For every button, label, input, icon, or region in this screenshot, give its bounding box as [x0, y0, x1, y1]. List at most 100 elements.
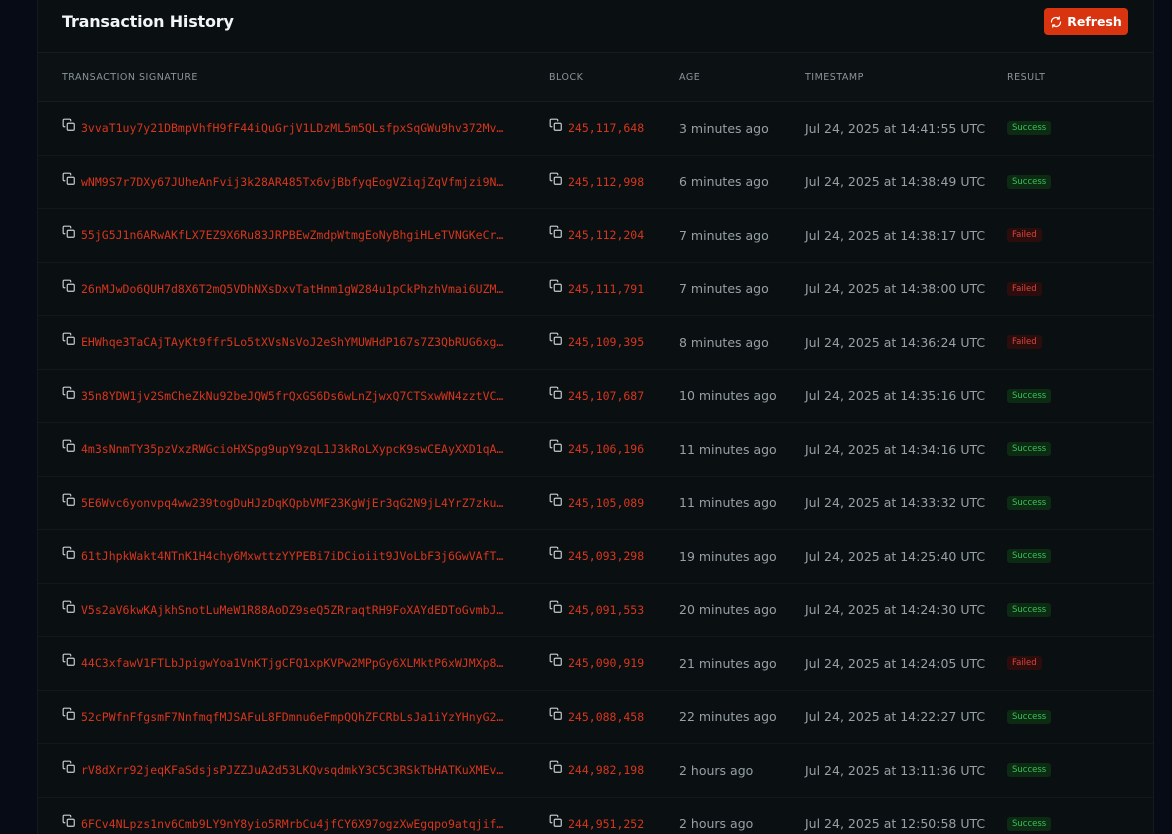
copy-icon[interactable]: [549, 759, 563, 773]
age-text: 2 hours ago: [679, 762, 754, 778]
signature-cell: 35n8YDW1jv2SmCheZkNu92beJQW5frQxGS6Ds6wL…: [62, 370, 522, 422]
copy-icon[interactable]: [549, 813, 563, 827]
timestamp-cell: Jul 24, 2025 at 14:22:27 UTC: [805, 691, 1005, 743]
copy-icon[interactable]: [549, 117, 563, 131]
block-link[interactable]: 245,117,648: [568, 121, 644, 135]
block-cell: 245,091,553: [549, 584, 674, 636]
block-link[interactable]: 245,112,204: [568, 228, 644, 242]
block-link[interactable]: 245,091,553: [568, 603, 644, 617]
signature-link[interactable]: V5s2aV6kwKAjkhSnotLuMeW1R88AoDZ9seQ5ZRra…: [81, 603, 521, 617]
copy-icon[interactable]: [549, 224, 563, 238]
result-cell: Success: [1007, 691, 1087, 743]
copy-icon[interactable]: [62, 117, 76, 131]
result-cell: Success: [1007, 798, 1087, 834]
copy-icon[interactable]: [549, 171, 563, 185]
result-cell: Failed: [1007, 637, 1087, 689]
signature-link[interactable]: 52cPWfnFfgsmF7NnfmqfMJSAFuL8FDmnu6eFmpQQ…: [81, 710, 521, 724]
block-link[interactable]: 245,107,687: [568, 389, 644, 403]
age-cell: 2 hours ago: [679, 798, 799, 834]
signature-link[interactable]: 3vvaT1uy7y21DBmpVhfH9fF44iQuGrjV1LDzML5m…: [81, 121, 521, 135]
timestamp-cell: Jul 24, 2025 at 14:38:49 UTC: [805, 156, 1005, 208]
age-cell: 3 minutes ago: [679, 102, 799, 154]
block-cell: 244,951,252: [549, 798, 674, 834]
block-cell: 244,982,198: [549, 744, 674, 796]
status-badge: Success: [1007, 709, 1052, 724]
signature-link[interactable]: wNM9S7r7DXy67JUheAnFvij3k28AR485Tx6vjBbf…: [81, 175, 521, 189]
copy-icon[interactable]: [549, 331, 563, 345]
timestamp-text: Jul 24, 2025 at 14:41:55 UTC: [805, 120, 986, 136]
signature-link[interactable]: 44C3xfawV1FTLbJpigwYoa1VnKTjgCFQ1xpKVPw2…: [81, 656, 521, 670]
timestamp-text: Jul 24, 2025 at 14:38:00 UTC: [805, 281, 986, 296]
copy-icon[interactable]: [549, 385, 563, 399]
timestamp-cell: Jul 24, 2025 at 14:34:16 UTC: [805, 423, 1005, 475]
result-cell: Success: [1007, 584, 1087, 636]
copy-icon[interactable]: [549, 492, 563, 506]
timestamp-text: Jul 24, 2025 at 14:24:30 UTC: [805, 602, 986, 617]
copy-icon[interactable]: [549, 438, 563, 452]
table-row: 3vvaT1uy7y21DBmpVhfH9fF44iQuGrjV1LDzML5m…: [38, 102, 1153, 156]
age-text: 22 minutes ago: [679, 709, 777, 724]
signature-link[interactable]: 35n8YDW1jv2SmCheZkNu92beJQW5frQxGS6Ds6wL…: [81, 389, 521, 403]
signature-cell: EHWhqe3TaCAjTAyKt9ffr5Lo5tXVsNsVoJ2eShYM…: [62, 316, 522, 368]
copy-icon[interactable]: [62, 759, 76, 773]
copy-icon[interactable]: [62, 706, 76, 720]
block-cell: 245,090,919: [549, 637, 674, 689]
result-cell: Failed: [1007, 209, 1087, 261]
signature-link[interactable]: EHWhqe3TaCAjTAyKt9ffr5Lo5tXVsNsVoJ2eShYM…: [81, 335, 521, 349]
block-link[interactable]: 245,093,298: [568, 549, 644, 563]
copy-icon[interactable]: [62, 331, 76, 345]
copy-icon[interactable]: [549, 652, 563, 666]
copy-icon[interactable]: [62, 813, 76, 827]
block-cell: 245,106,196: [549, 423, 674, 475]
copy-icon[interactable]: [62, 438, 76, 452]
timestamp-text: Jul 24, 2025 at 12:50:58 UTC: [805, 816, 986, 831]
copy-icon[interactable]: [62, 652, 76, 666]
signature-cell: 61tJhpkWakt4NTnK1H4chy6MxwttzYYPEBi7iDCi…: [62, 530, 522, 582]
signature-cell: 55jG5J1n6ARwAKfLX7EZ9X6Ru83JRPBEwZmdpWtm…: [62, 209, 522, 261]
signature-link[interactable]: 61tJhpkWakt4NTnK1H4chy6MxwttzYYPEBi7iDCi…: [81, 549, 521, 563]
copy-icon[interactable]: [62, 224, 76, 238]
copy-icon[interactable]: [549, 545, 563, 559]
block-link[interactable]: 245,109,395: [568, 335, 644, 349]
block-link[interactable]: 244,982,198: [568, 763, 644, 777]
block-link[interactable]: 245,105,089: [568, 496, 644, 510]
signature-link[interactable]: 4m3sNnmTY35pzVxzRWGcioHXSpg9upY9zqL1J3kR…: [81, 442, 521, 456]
signature-link[interactable]: rV8dXrr92jeqKFaSdsjsPJZZJuA2d53LKQvsqdmk…: [81, 763, 521, 777]
age-cell: 21 minutes ago: [679, 637, 799, 689]
age-cell: 7 minutes ago: [679, 209, 799, 261]
copy-icon[interactable]: [549, 278, 563, 292]
age-text: 6 minutes ago: [679, 174, 769, 189]
table-row: EHWhqe3TaCAjTAyKt9ffr5Lo5tXVsNsVoJ2eShYM…: [38, 316, 1153, 370]
copy-icon[interactable]: [62, 278, 76, 292]
timestamp-cell: Jul 24, 2025 at 14:41:55 UTC: [805, 102, 1005, 154]
block-link[interactable]: 245,088,458: [568, 710, 644, 724]
block-cell: 245,111,791: [549, 263, 674, 315]
copy-icon[interactable]: [549, 706, 563, 720]
signature-link[interactable]: 26nMJwDo6QUH7d8X6T2mQ5VDhNXsDxvTatHnm1gW…: [81, 282, 521, 296]
age-text: 11 minutes ago: [679, 495, 777, 510]
age-text: 7 minutes ago: [679, 281, 769, 296]
signature-cell: 5E6Wvc6yonvpq4ww239togDuHJzDqKQpbVMF23Kg…: [62, 477, 522, 529]
timestamp-cell: Jul 24, 2025 at 14:38:00 UTC: [805, 263, 1005, 315]
copy-icon[interactable]: [62, 545, 76, 559]
block-link[interactable]: 245,090,919: [568, 656, 644, 670]
timestamp-cell: Jul 24, 2025 at 14:24:05 UTC: [805, 637, 1005, 689]
timestamp-cell: Jul 24, 2025 at 14:24:30 UTC: [805, 584, 1005, 636]
block-link[interactable]: 245,106,196: [568, 442, 644, 456]
signature-cell: 26nMJwDo6QUH7d8X6T2mQ5VDhNXsDxvTatHnm1gW…: [62, 263, 522, 315]
signature-link[interactable]: 55jG5J1n6ARwAKfLX7EZ9X6Ru83JRPBEwZmdpWtm…: [81, 228, 521, 242]
age-cell: 10 minutes ago: [679, 370, 799, 422]
block-link[interactable]: 245,112,998: [568, 175, 644, 189]
signature-link[interactable]: 6FCv4NLpzs1nv6Cmb9LY9nY8yio5RMrbCu4jfCY6…: [81, 817, 521, 831]
copy-icon[interactable]: [62, 171, 76, 185]
copy-icon[interactable]: [62, 492, 76, 506]
copy-icon[interactable]: [62, 599, 76, 613]
block-link[interactable]: 244,951,252: [568, 817, 644, 831]
column-header-block: BLOCK: [549, 72, 584, 83]
copy-icon[interactable]: [549, 599, 563, 613]
signature-link[interactable]: 5E6Wvc6yonvpq4ww239togDuHJzDqKQpbVMF23Kg…: [81, 496, 521, 510]
copy-icon[interactable]: [62, 385, 76, 399]
refresh-button[interactable]: Refresh: [1044, 8, 1128, 35]
block-link[interactable]: 245,111,791: [568, 282, 644, 296]
timestamp-text: Jul 24, 2025 at 14:36:24 UTC: [805, 334, 986, 350]
